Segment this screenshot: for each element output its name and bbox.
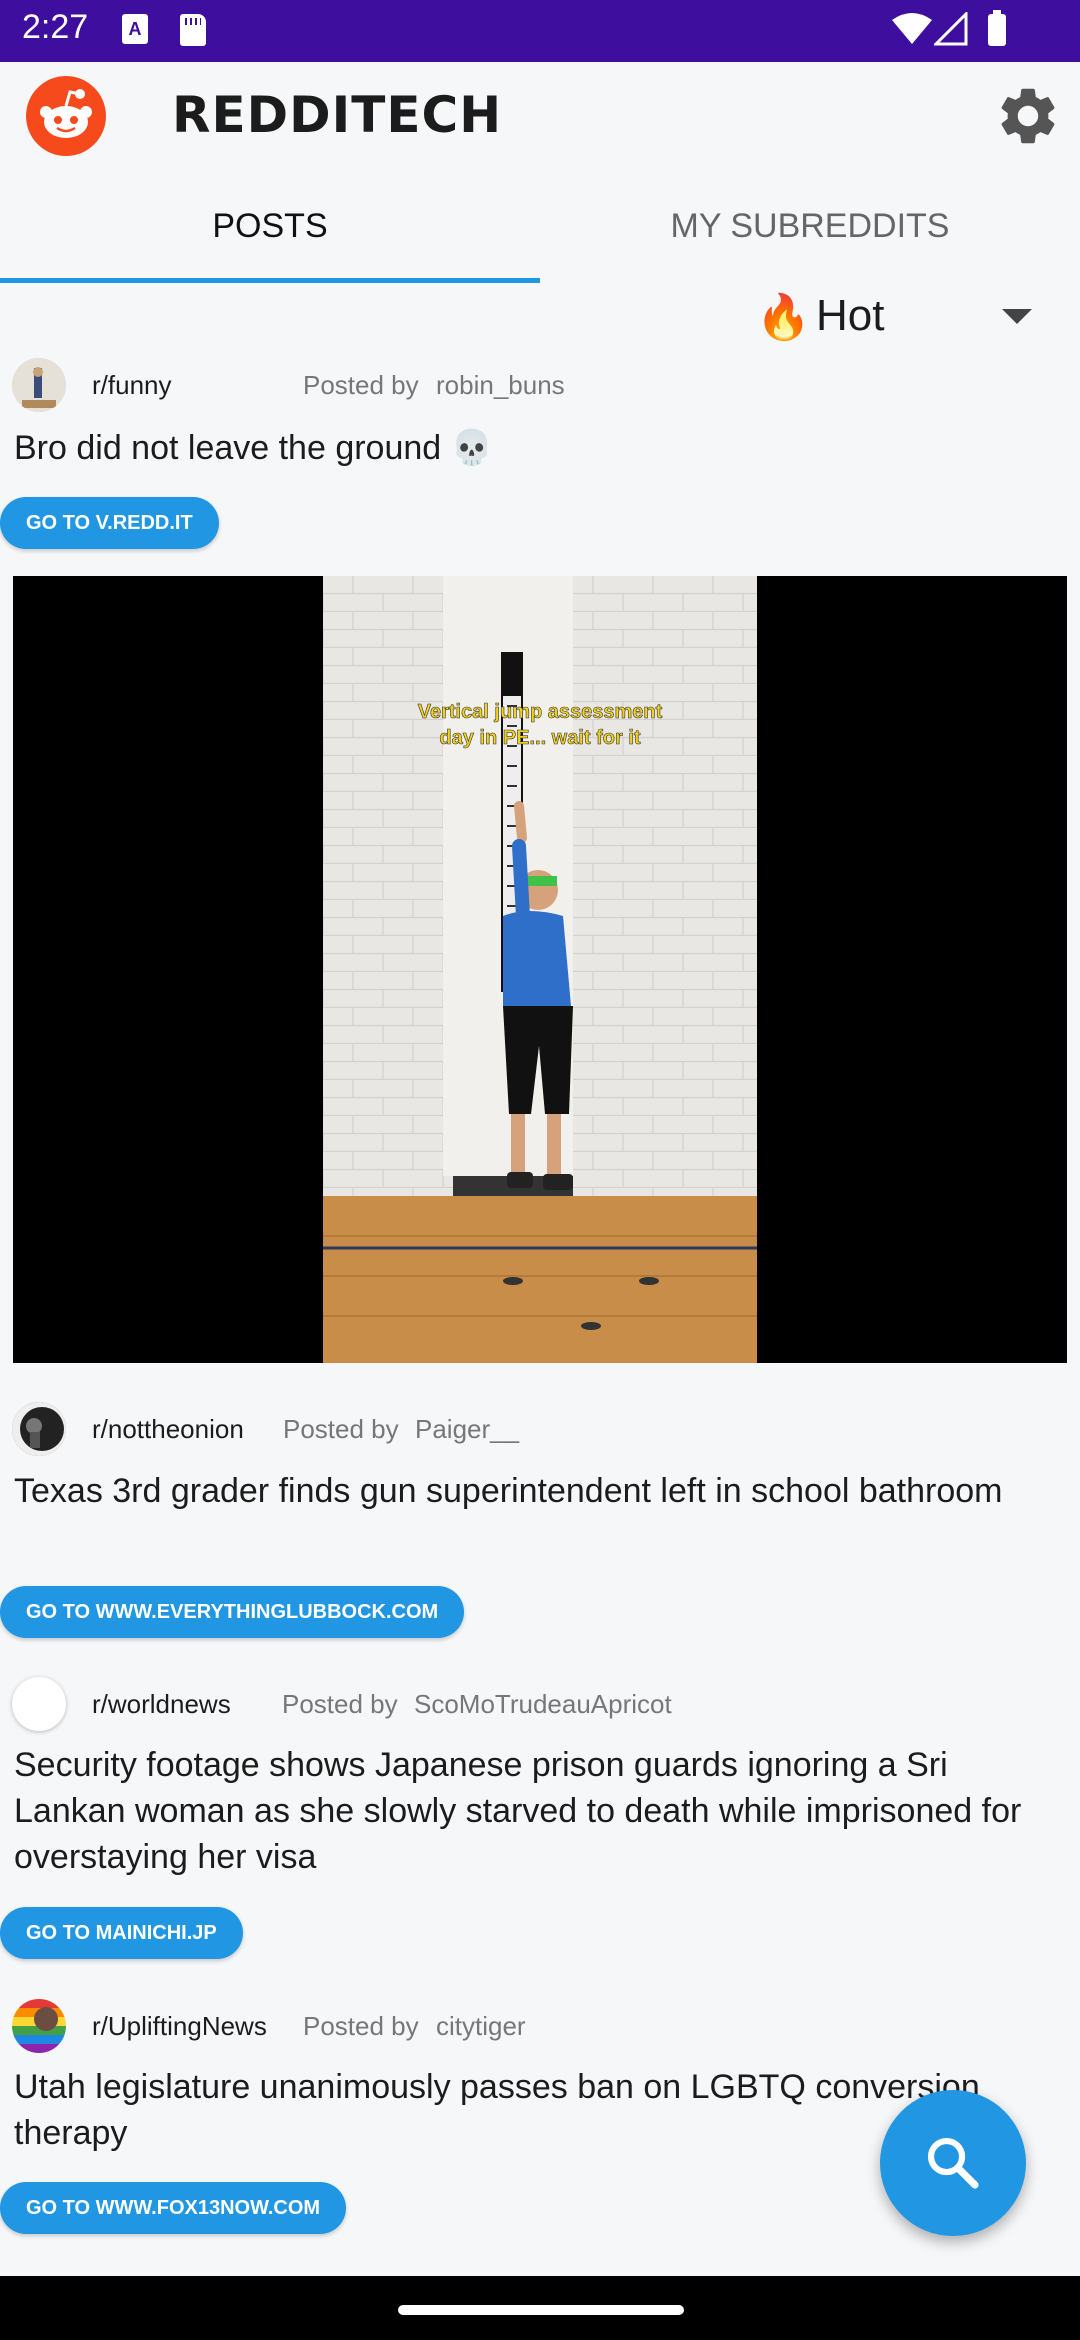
subreddit-avatar[interactable] xyxy=(12,1999,66,2053)
tab-my-subreddits[interactable]: MY SUBREDDITS xyxy=(540,178,1080,284)
post-header: r/worldnews Posted by ScoMoTrudeauAprico… xyxy=(0,1675,1080,1735)
battery-icon xyxy=(988,10,1006,46)
svg-text:Vertical jump assessment: Vertical jump assessment xyxy=(418,701,663,723)
status-time: 2:27 xyxy=(22,8,89,46)
video-frame: Vertical jump assessment day in PE... wa… xyxy=(323,576,757,1363)
post-video[interactable]: Vertical jump assessment day in PE... wa… xyxy=(13,576,1067,1363)
post-header: r/UpliftingNews Posted by citytiger xyxy=(0,1997,1080,2057)
dropdown-arrow-icon xyxy=(1002,309,1032,324)
status-bar: 2:27 A xyxy=(0,0,1080,62)
sort-dropdown[interactable]: 🔥 Hot xyxy=(752,285,1052,351)
post-title[interactable]: Security footage shows Japanese prison g… xyxy=(14,1742,1054,1880)
posted-by-label: Posted by xyxy=(303,2011,419,2041)
subreddit-avatar[interactable] xyxy=(12,1677,66,1731)
wifi-icon xyxy=(892,13,932,44)
post-title[interactable]: Bro did not leave the ground 💀 xyxy=(14,425,1054,471)
go-to-link-button[interactable]: GO TO V.REDD.IT xyxy=(0,497,219,549)
app-title: REDDITECH xyxy=(172,86,503,144)
search-icon xyxy=(927,2137,979,2189)
reddit-logo xyxy=(26,76,106,156)
go-to-link-button[interactable]: GO TO WWW.FOX13NOW.COM xyxy=(0,2182,347,2234)
tab-indicator xyxy=(0,278,540,283)
subreddit-name[interactable]: r/worldnews xyxy=(92,1689,231,1720)
system-nav-bar xyxy=(0,2276,1080,2340)
posted-by-label: Posted by xyxy=(283,1414,399,1444)
go-to-link-button[interactable]: GO TO WWW.EVERYTHINGLUBBOCK.COM xyxy=(0,1586,465,1638)
post-title[interactable]: Texas 3rd grader finds gun superintenden… xyxy=(14,1468,1054,1514)
search-fab[interactable] xyxy=(880,2090,1026,2236)
svg-text:day in PE... wait for it: day in PE... wait for it xyxy=(439,727,640,749)
post-header: r/nottheonion Posted by Paiger__ xyxy=(0,1400,1080,1460)
gear-icon[interactable] xyxy=(994,82,1062,150)
text-notification-icon: A xyxy=(122,14,148,44)
sd-card-icon xyxy=(180,14,206,46)
home-gesture-handle[interactable] xyxy=(398,2305,684,2315)
signal-icon xyxy=(934,12,968,46)
tab-bar: POSTS MY SUBREDDITS xyxy=(0,178,1080,284)
author-name[interactable]: Paiger__ xyxy=(415,1414,519,1445)
app-bar: REDDITECH xyxy=(0,62,1080,178)
tab-posts[interactable]: POSTS xyxy=(0,178,540,284)
subreddit-name[interactable]: r/funny xyxy=(92,370,172,401)
author-name[interactable]: ScoMoTrudeauApricot xyxy=(414,1689,672,1720)
post-header: r/funny Posted by robin_buns xyxy=(0,356,1080,416)
subreddit-avatar[interactable] xyxy=(12,358,66,412)
posted-by-label: Posted by xyxy=(282,1689,398,1719)
posted-by-label: Posted by xyxy=(303,370,419,400)
sort-label: Hot xyxy=(816,291,885,340)
go-to-link-button[interactable]: GO TO MAINICHI.JP xyxy=(0,1907,243,1959)
fire-icon: 🔥 xyxy=(756,292,811,343)
author-name[interactable]: citytiger xyxy=(436,2011,526,2042)
subreddit-name[interactable]: r/UpliftingNews xyxy=(92,2011,267,2042)
subreddit-avatar[interactable] xyxy=(12,1402,66,1456)
subreddit-name[interactable]: r/nottheonion xyxy=(92,1414,244,1445)
author-name[interactable]: robin_buns xyxy=(436,370,565,401)
